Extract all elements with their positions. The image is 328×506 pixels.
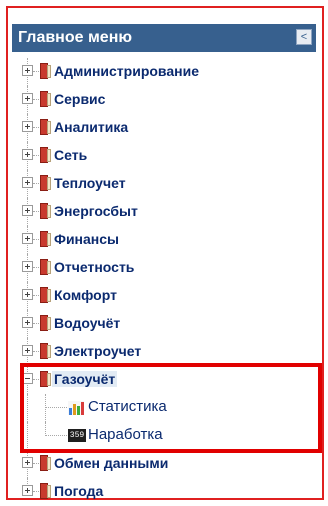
menu-tree: Администрирование Сервис Аналитика Сеть … bbox=[12, 58, 316, 506]
menu-item-label: Администрирование bbox=[54, 63, 199, 79]
menu-item-obmen-dannymi[interactable]: Обмен данными bbox=[12, 450, 316, 478]
menu-item-pogoda[interactable]: Погода bbox=[12, 478, 316, 506]
menu-item-set[interactable]: Сеть bbox=[12, 142, 316, 170]
book-icon bbox=[40, 483, 51, 499]
menu-item-label: Энергосбыт bbox=[54, 203, 138, 219]
menu-item-label: Финансы bbox=[54, 231, 119, 247]
submenu-item-label: Наработка bbox=[88, 426, 163, 443]
menu-item-komfort[interactable]: Комфорт bbox=[12, 282, 316, 310]
book-icon bbox=[40, 343, 51, 359]
tree-line bbox=[45, 407, 67, 408]
menu-item-label: Комфорт bbox=[54, 287, 117, 303]
book-open-icon bbox=[40, 371, 51, 387]
menu-item-servis[interactable]: Сервис bbox=[12, 86, 316, 114]
expand-toggle-icon[interactable] bbox=[22, 317, 33, 328]
expand-toggle-icon[interactable] bbox=[22, 121, 33, 132]
book-icon bbox=[40, 287, 51, 303]
tree-line bbox=[45, 435, 67, 436]
menu-item-vodouchet[interactable]: Водоучёт bbox=[12, 310, 316, 338]
tree-line bbox=[45, 394, 46, 422]
book-icon bbox=[40, 119, 51, 135]
book-icon bbox=[40, 455, 51, 471]
bar-chart-icon bbox=[68, 401, 84, 415]
collapse-toggle-icon[interactable] bbox=[22, 373, 33, 384]
panel-header: Главное меню < bbox=[12, 24, 316, 52]
tree-line bbox=[33, 267, 39, 268]
expand-toggle-icon[interactable] bbox=[22, 457, 33, 468]
tree-line bbox=[33, 183, 39, 184]
menu-item-otchetnost[interactable]: Отчетность bbox=[12, 254, 316, 282]
panel-title: Главное меню bbox=[18, 29, 133, 46]
menu-item-label: Газоучёт bbox=[52, 371, 118, 387]
tree-line bbox=[45, 422, 46, 436]
menu-item-elektrouchet[interactable]: Электроучет bbox=[12, 338, 316, 366]
expand-toggle-icon[interactable] bbox=[22, 289, 33, 300]
expand-toggle-icon[interactable] bbox=[22, 485, 33, 496]
menu-item-label: Водоучёт bbox=[54, 315, 121, 331]
expand-toggle-icon[interactable] bbox=[22, 233, 33, 244]
expand-toggle-icon[interactable] bbox=[22, 93, 33, 104]
tree-line bbox=[33, 491, 39, 492]
collapse-panel-button[interactable]: < bbox=[296, 29, 312, 45]
tree-line bbox=[27, 422, 28, 450]
expand-toggle-icon[interactable] bbox=[22, 149, 33, 160]
tree-line bbox=[33, 379, 39, 380]
tree-line bbox=[33, 239, 39, 240]
tree-line bbox=[33, 155, 39, 156]
book-icon bbox=[40, 259, 51, 275]
tree-line bbox=[33, 351, 39, 352]
menu-item-finansy[interactable]: Финансы bbox=[12, 226, 316, 254]
menu-item-teplouchet[interactable]: Теплоучет bbox=[12, 170, 316, 198]
book-icon bbox=[40, 63, 51, 79]
book-icon bbox=[40, 315, 51, 331]
tree-line bbox=[33, 71, 39, 72]
book-icon bbox=[40, 91, 51, 107]
expand-toggle-icon[interactable] bbox=[22, 205, 33, 216]
menu-item-analitika[interactable]: Аналитика bbox=[12, 114, 316, 142]
expand-toggle-icon[interactable] bbox=[22, 261, 33, 272]
expand-toggle-icon[interactable] bbox=[22, 177, 33, 188]
menu-item-label: Сеть bbox=[54, 147, 88, 163]
menu-item-label: Погода bbox=[54, 483, 104, 499]
menu-item-label: Сервис bbox=[54, 91, 106, 107]
book-icon bbox=[40, 231, 51, 247]
submenu-item-statistika[interactable]: Статистика bbox=[12, 394, 316, 422]
tree-line bbox=[33, 323, 39, 324]
book-icon bbox=[40, 175, 51, 191]
menu-item-label: Отчетность bbox=[54, 259, 135, 275]
tree-line bbox=[33, 99, 39, 100]
tree-line bbox=[33, 127, 39, 128]
tree-line bbox=[33, 295, 39, 296]
submenu-item-narabotka[interactable]: 359 Наработка bbox=[12, 422, 316, 450]
book-icon bbox=[40, 147, 51, 163]
book-icon bbox=[40, 203, 51, 219]
menu-item-administrirovanie[interactable]: Администрирование bbox=[12, 58, 316, 86]
menu-item-energosbyt[interactable]: Энергосбыт bbox=[12, 198, 316, 226]
menu-item-label: Обмен данными bbox=[54, 455, 169, 471]
counter-icon: 359 bbox=[68, 429, 86, 442]
menu-item-label: Аналитика bbox=[54, 119, 129, 135]
menu-item-gazouchet[interactable]: Газоучёт bbox=[12, 366, 316, 394]
tree-line bbox=[27, 394, 28, 422]
expand-toggle-icon[interactable] bbox=[22, 65, 33, 76]
expand-toggle-icon[interactable] bbox=[22, 345, 33, 356]
tree-line bbox=[33, 463, 39, 464]
submenu-item-label: Статистика bbox=[88, 398, 167, 415]
menu-item-label: Электроучет bbox=[54, 343, 142, 359]
tree-line bbox=[33, 211, 39, 212]
menu-item-label: Теплоучет bbox=[54, 175, 126, 191]
